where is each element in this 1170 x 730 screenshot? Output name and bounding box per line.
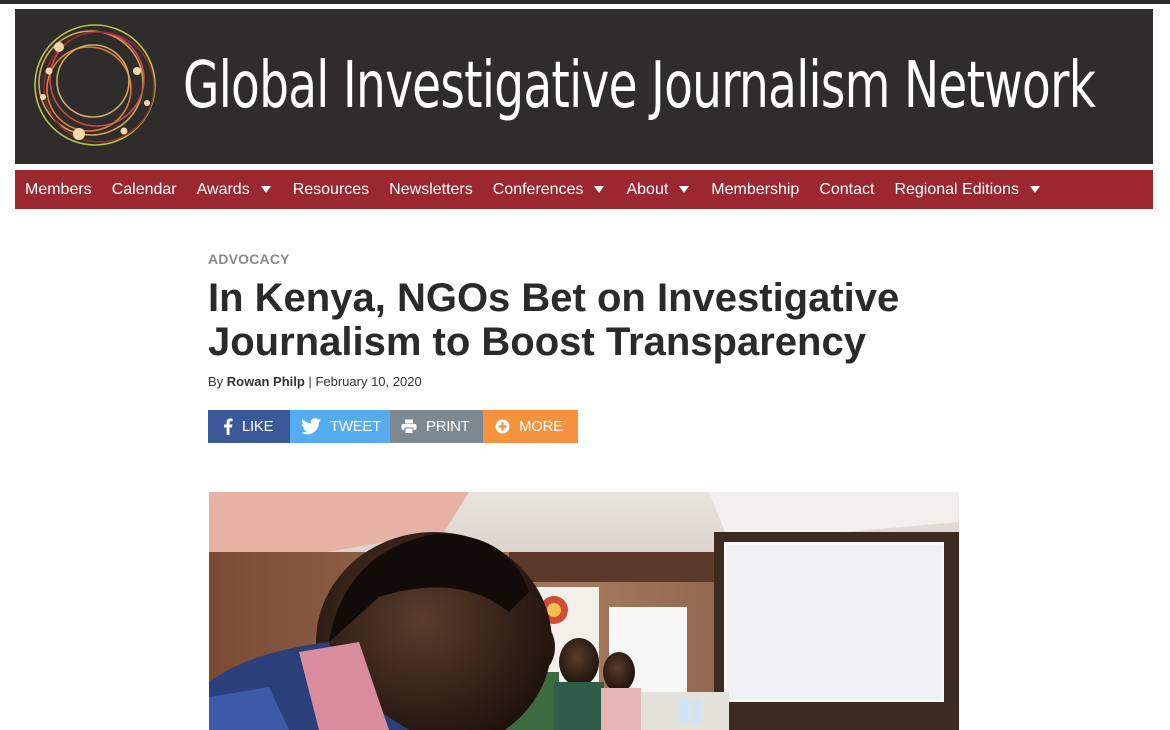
nav-item-label: Members <box>25 181 92 198</box>
orbit-rings-logo[interactable] <box>29 19 161 151</box>
caret-down-icon <box>594 186 605 193</box>
caret-down-icon <box>1029 186 1040 193</box>
caret-down-icon <box>679 186 690 193</box>
nav-item-contact[interactable]: Contact <box>809 170 884 209</box>
more-label: MORE <box>519 418 563 435</box>
nav-item-label: Newsletters <box>389 181 473 198</box>
printer-icon <box>401 419 417 434</box>
nav-item-label: Contact <box>819 181 875 198</box>
nav-item-about[interactable]: About <box>616 170 701 209</box>
author-link[interactable]: Rowan Philp <box>227 374 305 389</box>
facebook-icon <box>224 418 233 435</box>
print-button[interactable]: PRINT <box>390 410 483 443</box>
article-category-link[interactable]: ADVOCACY <box>208 251 290 267</box>
tweet-label: TWEET <box>330 418 381 435</box>
caret-down-icon <box>260 186 271 193</box>
site-title[interactable]: Global Investigative Journalism Network <box>183 21 1096 151</box>
nav-item-label: Awards <box>196 181 250 198</box>
article-headline: In Kenya, NGOs Bet on Investigative Jour… <box>208 276 900 364</box>
byline-prefix: By <box>208 374 224 389</box>
more-share-button[interactable]: MORE <box>483 410 578 443</box>
site-header-banner[interactable]: Global Investigative Journalism Network <box>15 9 1153 164</box>
print-label: PRINT <box>426 418 470 435</box>
publish-date: February 10, 2020 <box>315 374 422 389</box>
nav-item-members[interactable]: Members <box>15 170 102 209</box>
nav-item-newsletters[interactable]: Newsletters <box>379 170 483 209</box>
nav-item-label: About <box>626 181 669 198</box>
plus-circle-icon <box>495 419 510 434</box>
facebook-like-button[interactable]: LIKE <box>208 410 290 443</box>
byline-separator: | <box>308 374 312 389</box>
nav-item-resources[interactable]: Resources <box>283 170 379 209</box>
nav-item-label: Calendar <box>111 181 177 198</box>
twitter-bird-icon <box>301 418 321 435</box>
featured-photo <box>209 492 959 730</box>
nav-item-label: Resources <box>292 181 370 198</box>
article-byline: By Rowan Philp | February 10, 2020 <box>208 374 422 389</box>
tweet-button[interactable]: TWEET <box>290 410 390 443</box>
nav-item-membership[interactable]: Membership <box>701 170 809 209</box>
nav-item-regional-editions[interactable]: Regional Editions <box>884 170 1052 209</box>
nav-item-conferences[interactable]: Conferences <box>483 170 617 209</box>
nav-item-calendar[interactable]: Calendar <box>102 170 187 209</box>
main-nav: Members Calendar Awards Resources Newsle… <box>15 170 1153 209</box>
like-label: LIKE <box>242 418 274 435</box>
nav-item-label: Regional Editions <box>894 181 1019 198</box>
nav-item-label: Conferences <box>492 181 584 198</box>
top-border <box>0 0 1170 4</box>
workshop-photo-illustration <box>209 492 959 730</box>
share-buttons: LIKE TWEET PRINT MORE <box>208 410 578 443</box>
nav-item-awards[interactable]: Awards <box>187 170 283 209</box>
nav-item-label: Membership <box>711 181 800 198</box>
